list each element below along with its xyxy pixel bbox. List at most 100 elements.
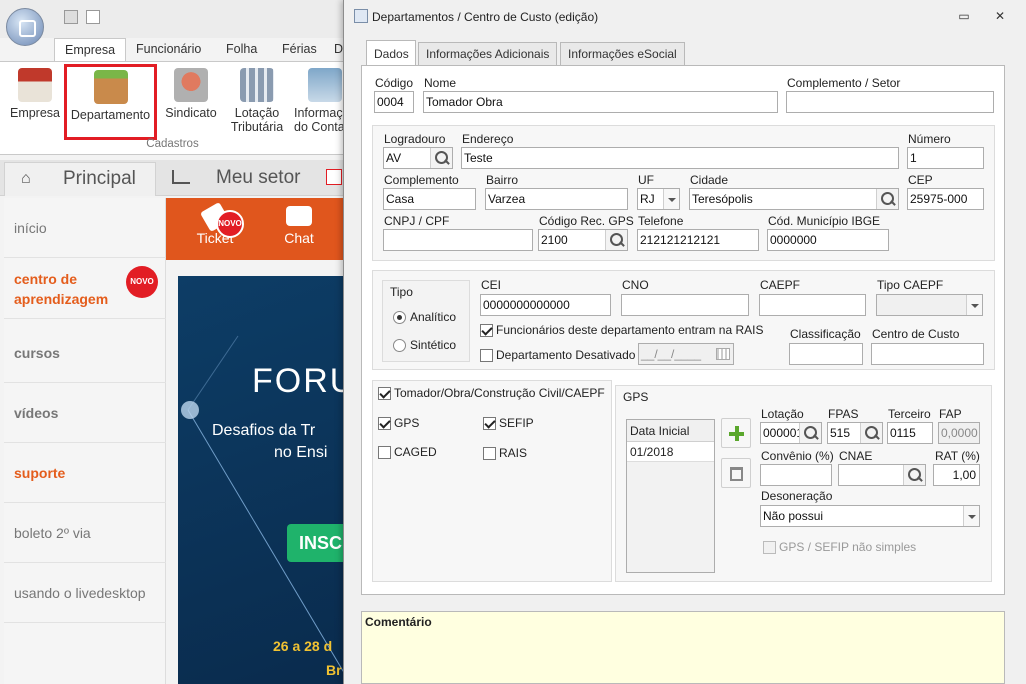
ribbon-tab-ferias[interactable]: Férias	[282, 38, 317, 62]
telefone-field[interactable]: 212121212121	[637, 229, 759, 251]
fap-label: FAP	[939, 407, 962, 421]
tipo-label: Tipo	[390, 285, 413, 299]
analitico-radio[interactable]	[393, 311, 406, 324]
ribbon-tab-folha[interactable]: Folha	[226, 38, 257, 62]
ribbon-sindicato-button[interactable]: Sindicato	[162, 62, 220, 138]
cei-field[interactable]: 0000000000000	[480, 294, 611, 316]
rais-checkbox-label: RAIS	[499, 446, 528, 460]
quick-access-page-icon[interactable]	[86, 10, 100, 24]
tomador-checkbox[interactable]	[378, 387, 391, 400]
delete-button[interactable]	[721, 458, 751, 488]
people-icon	[174, 68, 208, 102]
tab-dados[interactable]: Dados	[366, 40, 416, 66]
cod-municipio-label: Cód. Município IBGE	[768, 214, 881, 228]
gps-group-label: GPS	[623, 390, 649, 404]
endereco-field[interactable]: Teste	[461, 147, 899, 169]
sidebar-item-usando[interactable]: usando o livedesktop	[4, 563, 166, 623]
cnae-field[interactable]	[838, 464, 926, 486]
tab-informacoes-adicionais[interactable]: Informações Adicionais	[418, 42, 558, 66]
chevron-down-icon[interactable]	[663, 189, 679, 209]
banner-register-button[interactable]: INSC	[287, 524, 346, 562]
rat-field[interactable]: 1,00	[933, 464, 980, 486]
ribbon-tab-funcionario[interactable]: Funcionário	[136, 38, 201, 62]
calendar-icon[interactable]	[716, 348, 730, 360]
add-button[interactable]	[721, 418, 751, 448]
comentario-textarea[interactable]: Comentário	[361, 611, 1005, 684]
func-rais-checkbox[interactable]	[480, 324, 493, 337]
bairro-field[interactable]: Varzea	[485, 188, 628, 210]
uf-label: UF	[638, 173, 654, 187]
search-icon[interactable]	[430, 148, 452, 168]
logradouro-field[interactable]: AV	[383, 147, 453, 169]
promo-banner[interactable]: FORU Desafios da Tr no Ensi INSC 26 a 28…	[178, 276, 346, 684]
cidade-field[interactable]: Teresópolis	[689, 188, 899, 210]
close-icon[interactable]: ✕	[990, 7, 1010, 25]
gps-date-list[interactable]: Data Inicial 01/2018	[626, 419, 715, 573]
sidebar-item-inicio[interactable]: início	[4, 198, 166, 258]
numero-field[interactable]: 1	[907, 147, 984, 169]
search-icon[interactable]	[860, 423, 882, 443]
sidebar-item-cursos[interactable]: cursos	[4, 323, 166, 383]
cod-municipio-field[interactable]: 0000000	[767, 229, 889, 251]
complemento-field[interactable]: Casa	[383, 188, 476, 210]
tab-informacoes-esocial[interactable]: Informações eSocial	[560, 42, 685, 66]
gps-checkbox[interactable]	[378, 417, 391, 430]
convenio-field[interactable]	[760, 464, 832, 486]
terceiro-field[interactable]: 0115	[887, 422, 933, 444]
complemento-setor-field[interactable]	[786, 91, 994, 113]
codigo-field[interactable]: 0004	[374, 91, 414, 113]
cno-field[interactable]	[621, 294, 749, 316]
ribbon-tab-empresa[interactable]: Empresa	[54, 38, 127, 62]
classificacao-field[interactable]	[789, 343, 863, 365]
ribbon-tab-d[interactable]: D	[334, 38, 343, 62]
uf-select[interactable]: RJ	[637, 188, 680, 210]
lotacao-field[interactable]: 000001	[760, 422, 822, 444]
sidebar-item-boleto[interactable]: boleto 2º via	[4, 503, 166, 563]
list-item[interactable]: 01/2018	[627, 442, 714, 462]
ribbon-empresa-button[interactable]: Empresa	[6, 62, 64, 138]
pdf-icon[interactable]	[326, 169, 342, 185]
caged-checkbox[interactable]	[378, 446, 391, 459]
desoneracao-select[interactable]: Não possui	[760, 505, 980, 527]
tab-principal[interactable]: ⌂ Principal	[4, 162, 156, 196]
sefip-checkbox[interactable]	[483, 417, 496, 430]
cep-field[interactable]: 25975-000	[907, 188, 984, 210]
ribbon-lotacao-button[interactable]: Lotação Tributária	[226, 62, 288, 138]
codigo-gps-field[interactable]: 2100	[538, 229, 628, 251]
chevron-down-icon[interactable]	[966, 295, 982, 315]
ribbon-informacoes-button[interactable]: Informaç do Conta	[294, 62, 348, 138]
fpas-field[interactable]: 515	[827, 422, 883, 444]
sidebar-item-suporte[interactable]: suporte	[4, 443, 166, 503]
classificacao-label: Classificação	[790, 327, 861, 341]
tab-meu-setor[interactable]: Meu setor	[158, 162, 328, 196]
chevron-down-icon[interactable]	[963, 506, 979, 526]
ribbon-button-label-2: do Conta	[294, 120, 345, 134]
support-topbar: Ticket NOVO Chat	[166, 198, 346, 260]
fap-field[interactable]: 0,0000	[938, 422, 980, 444]
nao-simples-label: GPS / SEFIP não simples	[779, 540, 917, 554]
ribbon-button-label-2: Tributária	[230, 120, 284, 134]
search-icon[interactable]	[876, 189, 898, 209]
tab-page-dados: Código 0004 Nome Tomador Obra Complement…	[361, 65, 1005, 595]
nao-simples-checkbox[interactable]	[763, 541, 776, 554]
quick-access-grid-icon[interactable]	[64, 10, 78, 24]
search-icon[interactable]	[799, 423, 821, 443]
desativado-date-field[interactable]: __/__/____	[638, 343, 734, 365]
centro-custo-field[interactable]	[871, 343, 984, 365]
sintetico-radio[interactable]	[393, 339, 406, 352]
caepf-field[interactable]	[759, 294, 866, 316]
rais-checkbox[interactable]	[483, 447, 496, 460]
chat-button[interactable]: Chat	[266, 198, 332, 260]
chart-icon	[172, 170, 190, 184]
tipo-caepf-select[interactable]	[876, 294, 983, 316]
search-icon[interactable]	[605, 230, 627, 250]
search-icon[interactable]	[903, 465, 925, 485]
complemento-setor-label: Complemento / Setor	[787, 76, 901, 90]
ribbon-button-label: Departamento	[70, 108, 151, 122]
desativado-checkbox[interactable]	[480, 349, 493, 362]
sidebar-item-videos[interactable]: vídeos	[4, 383, 166, 443]
cnpj-field[interactable]	[383, 229, 533, 251]
restore-icon[interactable]: ▭	[954, 7, 974, 25]
nome-field[interactable]: Tomador Obra	[423, 91, 778, 113]
ribbon-departamento-button[interactable]: Departamento	[64, 64, 157, 140]
